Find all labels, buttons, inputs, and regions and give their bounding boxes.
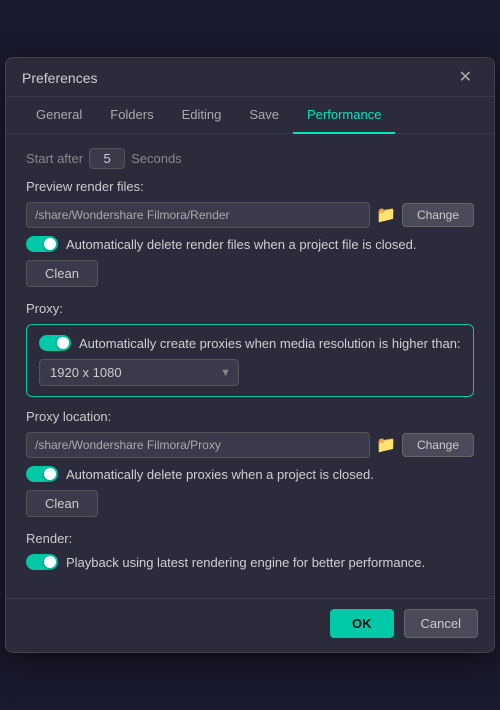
auto-delete-render-toggle[interactable]	[26, 236, 58, 252]
title-bar: Preferences ✕	[6, 58, 494, 97]
auto-proxy-row: Automatically create proxies when media …	[39, 335, 461, 351]
tab-save[interactable]: Save	[235, 97, 293, 134]
tab-performance[interactable]: Performance	[293, 97, 395, 134]
proxy-path: /share/Wondershare Filmora/Proxy	[26, 432, 370, 458]
auto-delete-proxy-row: Automatically delete proxies when a proj…	[26, 466, 474, 482]
proxy-box: Automatically create proxies when media …	[26, 324, 474, 397]
start-after-input[interactable]	[89, 148, 125, 169]
resolution-row: 1920 x 1080 3840 x 2160 1280 x 720 ▼	[39, 359, 461, 386]
dialog-title: Preferences	[22, 70, 97, 86]
auto-proxy-label: Automatically create proxies when media …	[79, 336, 461, 351]
preview-path-row: /share/Wondershare Filmora/Render 📁 Chan…	[26, 202, 474, 228]
tab-folders[interactable]: Folders	[96, 97, 167, 134]
preview-change-button[interactable]: Change	[402, 203, 474, 227]
playback-toggle[interactable]	[26, 554, 58, 570]
auto-delete-render-row: Automatically delete render files when a…	[26, 236, 474, 252]
proxy-change-button[interactable]: Change	[402, 433, 474, 457]
auto-delete-render-label: Automatically delete render files when a…	[66, 237, 416, 252]
cancel-button[interactable]: Cancel	[404, 609, 478, 638]
preview-folder-icon[interactable]: 📁	[376, 205, 396, 225]
proxy-folder-icon[interactable]: 📁	[376, 435, 396, 455]
playback-toggle-thumb	[44, 556, 56, 568]
start-after-row: Start after Seconds	[26, 148, 474, 169]
auto-delete-proxy-label: Automatically delete proxies when a proj…	[66, 467, 374, 482]
preferences-dialog: Preferences ✕ General Folders Editing Sa…	[5, 57, 495, 653]
close-button[interactable]: ✕	[453, 68, 478, 88]
tabs-bar: General Folders Editing Save Performance	[6, 97, 494, 134]
proxy-section-label: Proxy:	[26, 301, 474, 316]
tab-general[interactable]: General	[22, 97, 96, 134]
proxy-toggle-thumb	[57, 337, 69, 349]
seconds-label: Seconds	[131, 151, 182, 166]
tab-editing[interactable]: Editing	[168, 97, 236, 134]
proxy-path-row: /share/Wondershare Filmora/Proxy 📁 Chang…	[26, 432, 474, 458]
render-section: Render: Playback using latest rendering …	[26, 531, 474, 570]
playback-label: Playback using latest rendering engine f…	[66, 555, 425, 570]
resolution-select[interactable]: 1920 x 1080 3840 x 2160 1280 x 720	[39, 359, 239, 386]
clean-render-button[interactable]: Clean	[26, 260, 98, 287]
auto-delete-proxy-toggle[interactable]	[26, 466, 58, 482]
auto-proxy-toggle[interactable]	[39, 335, 71, 351]
toggle-thumb	[44, 238, 56, 250]
ok-button[interactable]: OK	[330, 609, 394, 638]
render-label: Render:	[26, 531, 474, 546]
performance-content: Start after Seconds Preview render files…	[6, 134, 494, 594]
resolution-select-wrapper: 1920 x 1080 3840 x 2160 1280 x 720 ▼	[39, 359, 239, 386]
proxy-location-label: Proxy location:	[26, 409, 474, 424]
dialog-footer: OK Cancel	[6, 598, 494, 652]
playback-toggle-row: Playback using latest rendering engine f…	[26, 554, 474, 570]
clean-proxy-button[interactable]: Clean	[26, 490, 98, 517]
preview-render-path: /share/Wondershare Filmora/Render	[26, 202, 370, 228]
start-after-label: Start after	[26, 151, 83, 166]
proxy-delete-toggle-thumb	[44, 468, 56, 480]
preview-render-label: Preview render files:	[26, 179, 474, 194]
